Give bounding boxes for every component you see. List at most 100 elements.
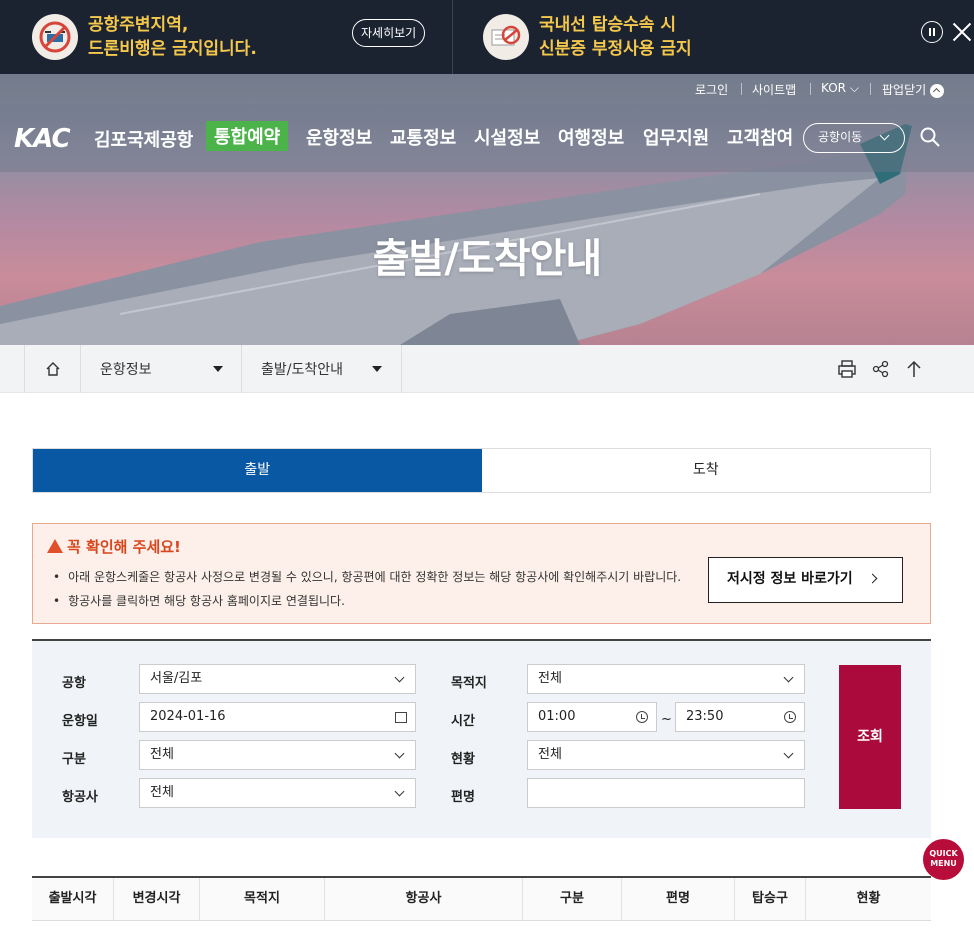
chevron-down-icon [783,748,794,759]
column-header[interactable]: 현황 [806,878,931,921]
quick-menu-label: QUICK MENU [929,849,958,868]
nav-item-booking[interactable]: 통합예약 [206,121,289,151]
date-value: 2024-01-16 [150,709,226,724]
alert-title: 꼭 확인해 주세요! [47,536,181,557]
airport-value: 서울/김포 [150,671,203,686]
clock-icon [636,711,648,723]
destination-value: 전체 [538,671,562,686]
kac-logo[interactable]: KAC [14,124,71,154]
popup-close-label: 팝업닫기 [882,83,927,97]
airline-select[interactable]: 전체 [139,778,416,808]
tab-departure[interactable]: 출발 [33,449,482,492]
language-label: KOR [821,81,846,95]
column-header[interactable]: 목적지 [200,878,325,921]
low-visibility-info-label: 저시정 정보 바로가기 [727,571,853,587]
nav-item-travel[interactable]: 여행정보 [558,124,624,150]
drone-prohibited-icon [32,14,78,60]
destination-label: 목적지 [451,676,487,691]
page-title: 출발/도착안내 [372,236,602,282]
id-card-prohibited-icon [483,14,529,60]
time-to-input[interactable]: 23:50 [675,702,805,732]
type-value: 전체 [150,747,174,762]
column-header[interactable]: 편명 [622,878,735,921]
pause-icon[interactable] [921,21,943,43]
warning-icon [47,539,63,553]
date-label: 운항일 [62,714,98,729]
calendar-icon [395,712,407,723]
alert-title-text: 꼭 확인해 주세요! [67,538,181,556]
time-to-value: 23:50 [686,709,724,724]
time-separator: ~ [661,712,672,727]
status-value: 전체 [538,747,562,762]
home-link[interactable] [24,345,81,393]
caret-down-icon [372,366,382,372]
search-icon[interactable] [920,127,940,147]
time-from-input[interactable]: 01:00 [527,702,657,732]
utility-bar: 로그인 사이트맵 KOR ⌵ 팝업닫기 [0,74,974,104]
date-input[interactable]: 2024-01-16 [139,702,416,732]
alert-item: 항공사를 클릭하면 해당 항공사 홈페이지로 연결됩니다. [53,592,345,609]
flight-table-header: 출발시각 변경시각 목적지 항공사 구분 편명 탑승구 현황 [32,876,931,921]
chevron-right-icon [867,573,878,584]
flight-number-label: 편명 [451,790,475,805]
chevron-down-icon [394,786,405,797]
scroll-top-icon[interactable] [904,359,924,379]
flight-number-input[interactable] [527,778,805,808]
destination-select[interactable]: 전체 [527,664,805,694]
home-icon [46,362,60,376]
caret-down-icon [213,366,223,372]
nav-item-facilities[interactable]: 시설정보 [474,124,540,150]
alert-item: 아래 운항스케줄은 항공사 사정으로 변경될 수 있으니, 항공편에 대한 정확… [53,568,681,585]
column-header[interactable]: 변경시각 [114,878,200,921]
breadcrumb-level2[interactable]: 출발/도착안내 [242,345,402,393]
flight-direction-tabs: 출발 도착 [32,448,931,493]
login-link[interactable]: 로그인 [695,81,728,98]
nav-item-flight-info[interactable]: 운항정보 [306,124,372,150]
airport-move-label: 공항이동 [818,130,863,144]
airport-move-select[interactable]: 공항이동 [803,123,905,153]
breadcrumb-level1[interactable]: 운항정보 [81,345,242,393]
print-icon[interactable] [837,359,857,379]
chevron-down-icon [879,130,890,141]
airport-select[interactable]: 서울/김포 [139,664,416,694]
notice-drone: 공항주변지역, 드론비행은 금지입니다. 자세히보기 [32,0,450,74]
clock-icon [784,711,796,723]
sitemap-link[interactable]: 사이트맵 [752,81,796,98]
nav-item-business[interactable]: 업무지원 [643,124,709,150]
column-header[interactable]: 탑승구 [735,878,806,921]
notice-alert-box: 꼭 확인해 주세요! 아래 운항스케줄은 항공사 사정으로 변경될 수 있으니,… [32,523,931,624]
notice-bar: 공항주변지역, 드론비행은 금지입니다. 자세히보기 국내선 탑승수속 시 신분… [0,0,974,74]
column-header[interactable]: 항공사 [325,878,523,921]
time-from-value: 01:00 [538,709,576,724]
popup-close-link[interactable]: 팝업닫기 [882,81,945,98]
status-select[interactable]: 전체 [527,740,805,770]
time-label: 시간 [451,714,475,729]
type-select[interactable]: 전체 [139,740,416,770]
quick-menu-button[interactable]: QUICK MENU [923,839,964,880]
column-header[interactable]: 구분 [523,878,622,921]
divider [741,83,742,95]
airport-label: 공항 [62,676,86,691]
notice-detail-button[interactable]: 자세히보기 [352,19,426,47]
chevron-up-icon [930,83,945,98]
main-navigation: KAC 김포국제공항 통합예약 운항정보 교통정보 시설정보 여행정보 업무지원… [0,104,974,172]
column-header[interactable]: 출발시각 [32,878,114,921]
divider [810,83,811,95]
notice-id-card: 국내선 탑승수속 시 신분증 부정사용 금지 [452,0,872,74]
close-icon[interactable] [951,20,973,44]
breadcrumb-level2-label: 출발/도착안내 [261,362,343,378]
breadcrumb-level1-label: 운항정보 [100,362,152,378]
divider [870,83,871,95]
type-label: 구분 [62,752,86,767]
nav-item-customer[interactable]: 고객참여 [727,124,793,150]
flight-search-form: 공항 서울/김포 목적지 전체 운항일 2024-01-16 시간 01:00 … [32,639,931,838]
nav-item-transport[interactable]: 교통정보 [390,124,456,150]
chevron-down-icon [394,748,405,759]
language-select[interactable]: KOR ⌵ [821,81,859,96]
share-icon[interactable] [871,359,891,379]
low-visibility-info-button[interactable]: 저시정 정보 바로가기 [708,557,903,603]
tab-arrival[interactable]: 도착 [482,449,931,492]
chevron-down-icon [394,672,405,683]
airport-name[interactable]: 김포국제공항 [94,126,193,152]
search-button[interactable]: 조회 [839,665,901,809]
